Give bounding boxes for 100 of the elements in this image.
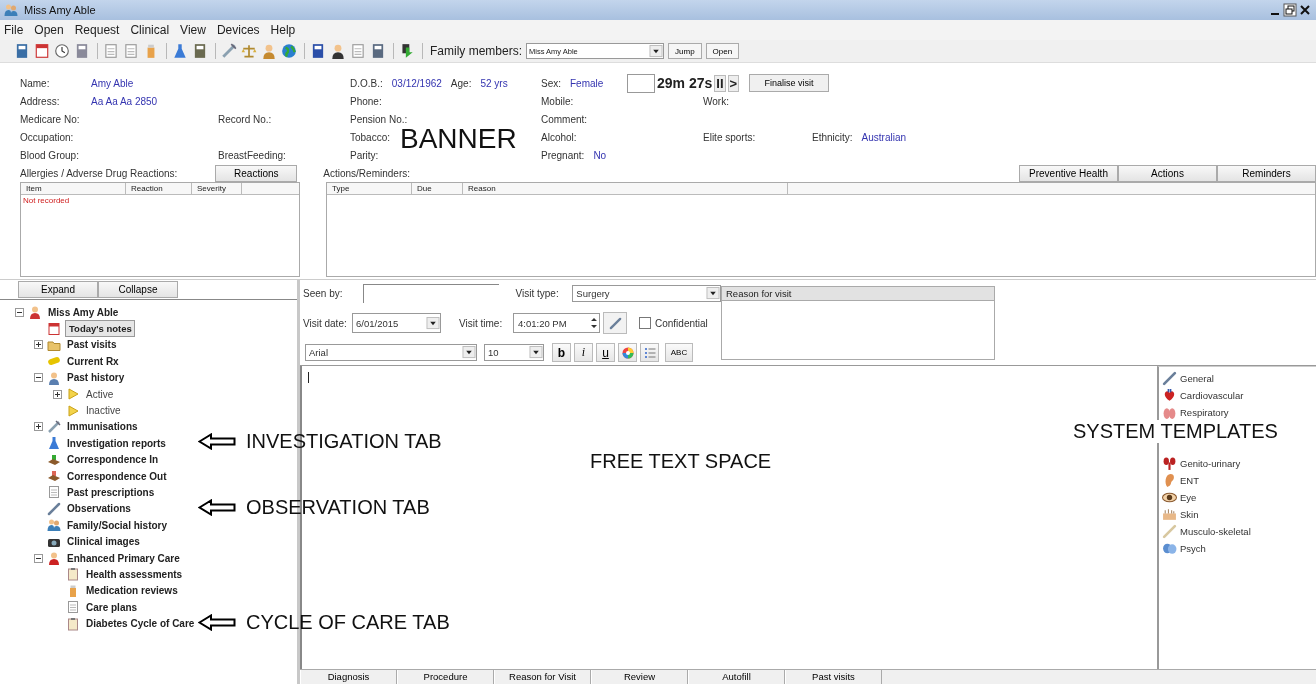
finalise-visit-button[interactable]: Finalise visit bbox=[749, 74, 830, 92]
template-item[interactable]: Respiratory bbox=[1180, 407, 1229, 418]
column-header[interactable]: Type bbox=[327, 183, 412, 194]
format-button[interactable]: i bbox=[574, 343, 593, 362]
checkbox-label[interactable]: Confidential bbox=[655, 317, 708, 329]
spinner-icon[interactable] bbox=[589, 315, 599, 331]
expand-icon[interactable] bbox=[34, 340, 43, 350]
tree-item[interactable]: Diabetes Cycle of Care bbox=[84, 618, 197, 630]
flask-icon[interactable] bbox=[47, 436, 61, 451]
clipboard-icon[interactable] bbox=[66, 616, 80, 631]
bottom-tab[interactable]: Past visits bbox=[785, 670, 882, 684]
visit-type-select[interactable]: Surgery bbox=[572, 285, 721, 302]
syringe-icon[interactable] bbox=[47, 419, 61, 434]
checkbox[interactable] bbox=[639, 317, 651, 329]
close-icon[interactable] bbox=[1298, 3, 1312, 17]
pen-icon[interactable] bbox=[47, 501, 61, 516]
template-item[interactable]: Eye bbox=[1180, 492, 1197, 503]
heart-icon[interactable] bbox=[1162, 388, 1177, 403]
bottom-tab[interactable]: Reason for Visit bbox=[494, 670, 591, 684]
tray-icon[interactable] bbox=[47, 469, 61, 484]
menu-item[interactable]: View bbox=[179, 23, 207, 37]
tree-item[interactable]: Correspondence Out bbox=[65, 470, 169, 482]
pause-button[interactable]: II bbox=[714, 74, 726, 92]
person-icon[interactable] bbox=[28, 305, 42, 320]
tree-item[interactable]: Enhanced Primary Care bbox=[65, 552, 182, 564]
arrow-icon[interactable] bbox=[399, 43, 415, 59]
tree-item[interactable]: Miss Amy Able bbox=[46, 306, 121, 318]
tree-item[interactable]: Inactive bbox=[84, 405, 123, 417]
book-icon[interactable] bbox=[192, 43, 208, 59]
globe-icon[interactable] bbox=[281, 43, 297, 59]
menu-item[interactable]: File bbox=[3, 23, 25, 37]
book-icon[interactable] bbox=[370, 43, 386, 59]
panel-button[interactable]: Reminders bbox=[1217, 165, 1316, 182]
collapse-icon[interactable] bbox=[15, 307, 24, 317]
column-header[interactable]: Reason bbox=[463, 183, 788, 194]
column-header[interactable]: Due bbox=[412, 183, 463, 194]
template-item[interactable]: Psych bbox=[1180, 543, 1206, 554]
menu-item[interactable]: Clinical bbox=[129, 23, 171, 37]
tree-item[interactable]: Past history bbox=[65, 372, 127, 384]
tree-item[interactable]: Today's notes bbox=[65, 320, 135, 338]
menu-item[interactable]: Devices bbox=[215, 23, 261, 37]
clock-icon[interactable] bbox=[54, 43, 70, 59]
restore-icon[interactable] bbox=[1283, 3, 1297, 17]
tree-item[interactable]: Correspondence In bbox=[65, 454, 161, 466]
bottom-tab[interactable]: Autofill bbox=[688, 670, 785, 684]
tree-item[interactable]: Medication reviews bbox=[84, 585, 180, 597]
tree-button[interactable]: Expand bbox=[18, 281, 98, 298]
kidney-icon[interactable] bbox=[1162, 456, 1177, 471]
pen-icon[interactable] bbox=[1162, 371, 1177, 386]
people-icon[interactable] bbox=[47, 518, 61, 533]
person-icon[interactable] bbox=[47, 551, 61, 566]
expand-icon[interactable] bbox=[34, 422, 43, 432]
scale-icon[interactable] bbox=[241, 43, 257, 59]
template-item[interactable]: Cardiovascular bbox=[1180, 390, 1244, 401]
expand-icon[interactable] bbox=[53, 389, 62, 399]
collapse-icon[interactable] bbox=[34, 373, 43, 383]
calendar-icon[interactable] bbox=[34, 43, 50, 59]
document-icon[interactable] bbox=[103, 43, 119, 59]
tree-item[interactable]: Care plans bbox=[84, 601, 140, 613]
pen-button[interactable] bbox=[603, 312, 627, 334]
menu-item[interactable]: Open bbox=[33, 23, 65, 37]
bottom-tab[interactable]: Review bbox=[591, 670, 688, 684]
menu-item[interactable]: Request bbox=[73, 23, 121, 37]
template-item[interactable]: Skin bbox=[1180, 509, 1199, 520]
eye-icon[interactable] bbox=[1162, 490, 1177, 505]
timer-field[interactable] bbox=[627, 73, 655, 93]
visit-time-field[interactable]: 4:01:20 PM bbox=[513, 313, 600, 333]
panel-button[interactable]: Preventive Health bbox=[1019, 165, 1118, 182]
list-button[interactable] bbox=[640, 343, 659, 362]
collapse-icon[interactable] bbox=[34, 553, 43, 563]
color-button[interactable] bbox=[618, 343, 637, 362]
calendar-icon[interactable] bbox=[47, 321, 61, 336]
size-select[interactable]: 10 bbox=[484, 344, 544, 361]
flask-icon[interactable] bbox=[172, 43, 188, 59]
person-icon[interactable] bbox=[330, 43, 346, 59]
document-icon[interactable] bbox=[47, 485, 61, 500]
format-button[interactable]: b bbox=[552, 343, 571, 362]
document-icon[interactable] bbox=[123, 43, 139, 59]
column-header[interactable]: Item bbox=[21, 183, 126, 194]
bottom-tab[interactable]: Diagnosis bbox=[300, 670, 397, 684]
template-item[interactable]: Musculo-skeletal bbox=[1180, 526, 1251, 537]
syringe-icon[interactable] bbox=[221, 43, 237, 59]
masks-icon[interactable] bbox=[1162, 541, 1177, 556]
reason-box[interactable]: Reason for visit bbox=[721, 286, 995, 360]
tree-item[interactable]: Health assessments bbox=[84, 568, 185, 580]
font-select[interactable]: Arial bbox=[305, 344, 477, 361]
visit-date-select[interactable]: 6/01/2015 bbox=[352, 313, 441, 333]
tree-item[interactable]: Active bbox=[84, 388, 116, 400]
tree-item[interactable]: Observations bbox=[65, 503, 133, 515]
reactions-button[interactable]: Reactions bbox=[215, 165, 298, 182]
tree-item[interactable]: Investigation reports bbox=[65, 437, 168, 449]
tree-item[interactable]: Clinical images bbox=[65, 536, 142, 548]
tree-item[interactable]: Immunisations bbox=[65, 421, 140, 433]
template-item[interactable]: ENT bbox=[1180, 475, 1199, 486]
tray-icon[interactable] bbox=[47, 452, 61, 467]
document-icon[interactable] bbox=[66, 600, 80, 615]
panel-button[interactable]: Actions bbox=[1118, 165, 1217, 182]
play-button[interactable]: > bbox=[727, 74, 740, 92]
tree-item[interactable]: Family/Social history bbox=[65, 519, 170, 531]
tree-item[interactable]: Past prescriptions bbox=[65, 487, 157, 498]
